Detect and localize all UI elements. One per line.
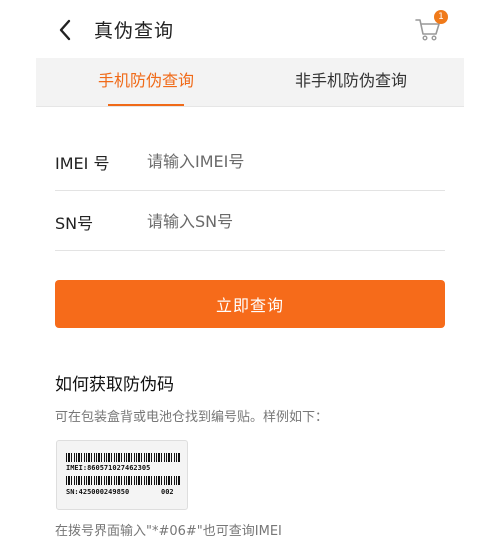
top-nav-bar: 真伪查询 1 xyxy=(36,0,464,58)
query-button[interactable]: 立即查询 xyxy=(55,280,445,328)
dial-hint-text: 在拨号界面输入"*#06#"也可查询IMEI xyxy=(55,524,282,539)
barcode-graphic xyxy=(66,453,180,462)
tab-label: 非手机防伪查询 xyxy=(294,71,407,90)
sn-label: SN号 xyxy=(55,214,94,233)
imei-row: IMEI 号 xyxy=(55,132,445,191)
sticker-imei-text: IMEI:860571027462305 xyxy=(66,464,151,472)
imei-label: IMEI 号 xyxy=(55,154,110,173)
chevron-left-icon xyxy=(59,19,71,41)
tab-bar: 手机防伪查询 非手机防伪查询 xyxy=(36,58,464,107)
sticker-sn-text: SN:425000249850 xyxy=(66,488,130,496)
back-button[interactable] xyxy=(54,17,76,43)
help-description: 可在包装盒背或电池仓找到编号贴。样例如下： xyxy=(55,410,329,425)
tab-non-phone-verification[interactable]: 非手机防伪查询 xyxy=(266,58,436,106)
tab-label: 手机防伪查询 xyxy=(97,71,194,90)
active-tab-indicator xyxy=(108,104,184,106)
sn-row: SN号 xyxy=(55,192,445,251)
imei-input[interactable] xyxy=(147,144,437,178)
sn-input[interactable] xyxy=(147,204,437,238)
cart-count-badge: 1 xyxy=(434,10,448,24)
cart-button[interactable]: 1 xyxy=(414,10,448,44)
sticker-code-text: 002 xyxy=(161,488,174,496)
help-section-title: 如何获取防伪码 xyxy=(55,375,174,395)
sample-sticker-image: IMEI:860571027462305 SN:425000249850 002 xyxy=(56,440,188,510)
barcode-graphic xyxy=(66,476,180,485)
page-title: 真伪查询 xyxy=(94,20,175,42)
tab-phone-verification[interactable]: 手机防伪查询 xyxy=(72,58,220,106)
